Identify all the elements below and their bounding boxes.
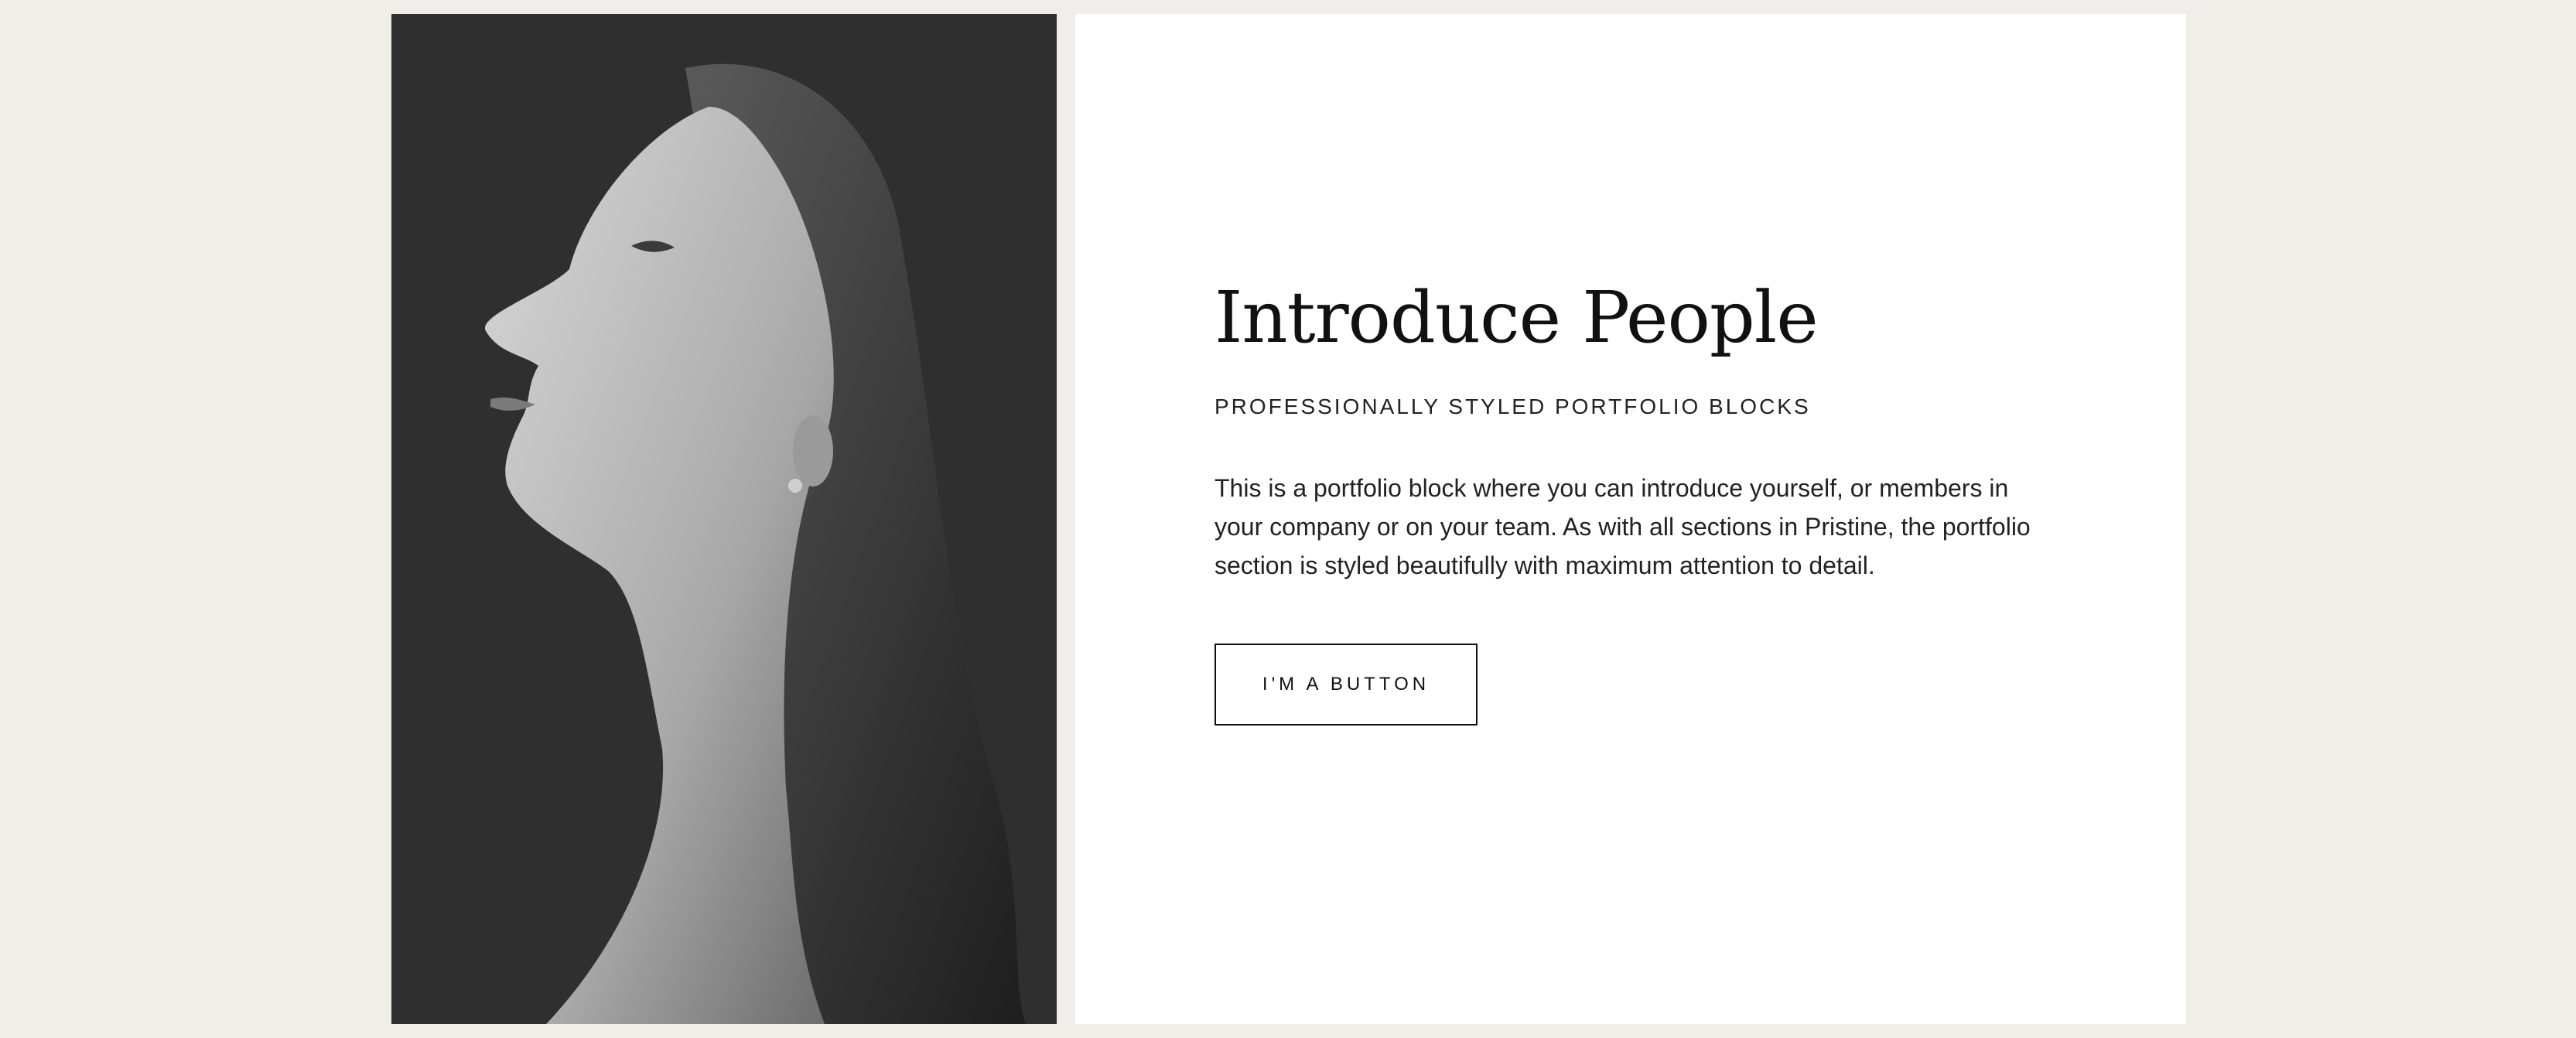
content-inner: Introduce People PROFESSIONALLY STYLED P… — [1215, 277, 2050, 726]
portrait-photo — [391, 14, 1057, 1024]
headline: Introduce People — [1215, 276, 1819, 359]
subheadline: PROFESSIONALLY STYLED PORTFOLIO BLOCKS — [1215, 394, 1811, 418]
portrait-illustration — [391, 14, 1057, 1024]
cta-button[interactable]: I'M A BUTTON — [1215, 643, 1478, 726]
content-panel: Introduce People PROFESSIONALLY STYLED P… — [1075, 14, 2186, 1024]
body-text: This is a portfolio block where you can … — [1215, 473, 2031, 579]
